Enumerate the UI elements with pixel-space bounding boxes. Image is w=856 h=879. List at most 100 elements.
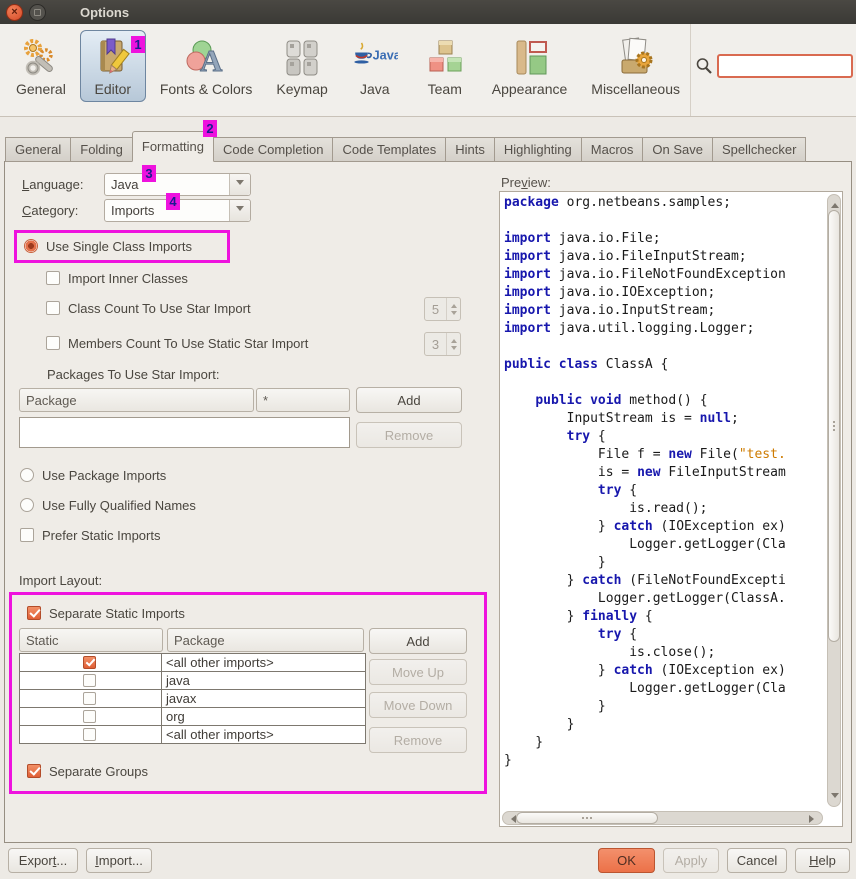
tab-general[interactable]: General [5,137,71,162]
import-layout-row[interactable]: org [20,708,365,726]
packages-remove-button[interactable]: Remove [356,422,462,448]
help-button[interactable]: Help [795,848,850,873]
packages-star-list[interactable] [19,417,350,448]
import-inner-classes-checkbox[interactable] [46,271,60,285]
members-count-label: Members Count To Use Static Star Import [68,336,308,351]
window-close-icon[interactable]: × [6,4,23,21]
cancel-button[interactable]: Cancel [727,848,787,873]
separate-groups-checkbox[interactable] [27,764,41,778]
layout-move-up-button[interactable]: Move Up [369,659,467,685]
static-column-header[interactable]: Static [19,628,163,652]
window-maximize-icon[interactable] [29,4,46,21]
toolbar-item-label: Team [428,81,462,97]
toolbar-item-fonts-colors[interactable]: AFonts & Colors [150,30,263,102]
scroll-down-icon[interactable] [831,793,839,802]
ok-button[interactable]: OK [598,848,655,873]
layout-remove-button[interactable]: Remove [369,727,467,753]
static-cell [20,672,162,689]
import-layout-row[interactable]: <all other imports> [20,654,365,672]
vertical-scrollbar[interactable] [827,194,841,807]
horizontal-scrollbar-thumb[interactable] [516,812,658,824]
tab-bar: GeneralFoldingFormattingCode CompletionC… [5,131,805,162]
package-column-header[interactable]: Package [167,628,364,652]
chevron-down-icon[interactable] [229,174,250,195]
tab-folding[interactable]: Folding [70,137,133,162]
packages-column-header[interactable]: Package [19,388,254,412]
team-icon [422,36,468,80]
search-area [695,54,853,78]
export-button[interactable]: Export... [8,848,78,873]
static-checkbox[interactable] [83,656,96,669]
scroll-left-icon[interactable] [507,815,516,823]
import-layout-table: <all other imports>javajavaxorg<all othe… [19,653,366,744]
toolbar-item-keymap[interactable]: Keymap [266,30,337,102]
members-count-checkbox[interactable] [46,336,60,350]
scroll-up-icon[interactable] [831,199,839,208]
class-count-checkbox[interactable] [46,301,60,315]
toolbar-item-appearance[interactable]: Appearance [482,30,578,102]
svg-text:Java: Java [372,49,397,63]
import-layout-row[interactable]: <all other imports> [20,726,365,744]
use-single-class-imports-radio[interactable] [24,239,38,253]
prefer-static-imports-checkbox[interactable] [20,528,34,542]
toolbar-item-label: Keymap [276,81,327,97]
static-cell [20,726,162,743]
toolbar-item-java[interactable]: JavaJava [342,30,408,102]
toolbar-item-team[interactable]: Team [412,30,478,102]
annotation-badge-1: 1 [131,36,145,53]
layout-add-button[interactable]: Add [369,628,467,654]
static-checkbox[interactable] [83,728,96,741]
language-label: Language: [22,177,83,192]
scroll-right-icon[interactable] [809,815,818,823]
static-checkbox[interactable] [83,692,96,705]
preview-code-area: package org.netbeans.samples; import jav… [499,191,843,827]
apply-button[interactable]: Apply [663,848,719,873]
spinner-arrows-icon[interactable] [446,298,460,320]
package-cell: <all other imports> [162,655,365,670]
separate-static-imports-checkbox[interactable] [27,606,41,620]
members-count-spinner[interactable]: 3 [424,332,461,356]
language-value: Java [105,174,229,195]
general-icon [18,36,64,80]
tab-code-templates[interactable]: Code Templates [332,137,446,162]
static-cell [20,690,162,707]
tab-highlighting[interactable]: Highlighting [494,137,582,162]
use-single-class-imports-label: Use Single Class Imports [46,239,192,254]
star-column-header[interactable]: * [256,388,350,412]
import-button[interactable]: Import... [86,848,152,873]
horizontal-scrollbar[interactable] [502,811,823,825]
annotation-badge-3: 3 [142,165,156,182]
spinner-arrows-icon[interactable] [446,333,460,355]
window-title: Options [80,5,129,20]
tab-code-completion[interactable]: Code Completion [213,137,333,162]
titlebar: × Options [0,0,856,24]
static-checkbox[interactable] [83,710,96,723]
import-layout-row[interactable]: java [20,672,365,690]
prefer-static-imports-label: Prefer Static Imports [42,528,160,543]
tab-formatting[interactable]: Formatting [132,131,214,162]
toolbar-item-miscellaneous[interactable]: Miscellaneous [581,30,690,102]
static-checkbox[interactable] [83,674,96,687]
vertical-scrollbar-thumb[interactable] [828,210,840,642]
search-input[interactable] [717,54,853,78]
svg-text:A: A [200,43,223,78]
layout-move-down-button[interactable]: Move Down [369,692,467,718]
members-count-value: 3 [425,333,446,355]
tab-macros[interactable]: Macros [581,137,644,162]
class-count-spinner[interactable]: 5 [424,297,461,321]
use-fully-qualified-radio[interactable] [20,498,34,512]
toolbar-item-general[interactable]: General [6,30,76,102]
packages-add-button[interactable]: Add [356,387,462,413]
tab-on-save[interactable]: On Save [642,137,713,162]
chevron-down-icon[interactable] [229,200,250,221]
import-layout-row[interactable]: javax [20,690,365,708]
static-cell [20,708,162,725]
toolbar-item-label: Editor [95,81,132,97]
separate-groups-label: Separate Groups [49,764,148,779]
tab-spellchecker[interactable]: Spellchecker [712,137,806,162]
tab-hints[interactable]: Hints [445,137,495,162]
use-package-imports-radio[interactable] [20,468,34,482]
search-icon [695,57,713,75]
import-inner-classes-label: Import Inner Classes [68,271,188,286]
use-fully-qualified-label: Use Fully Qualified Names [42,498,196,513]
